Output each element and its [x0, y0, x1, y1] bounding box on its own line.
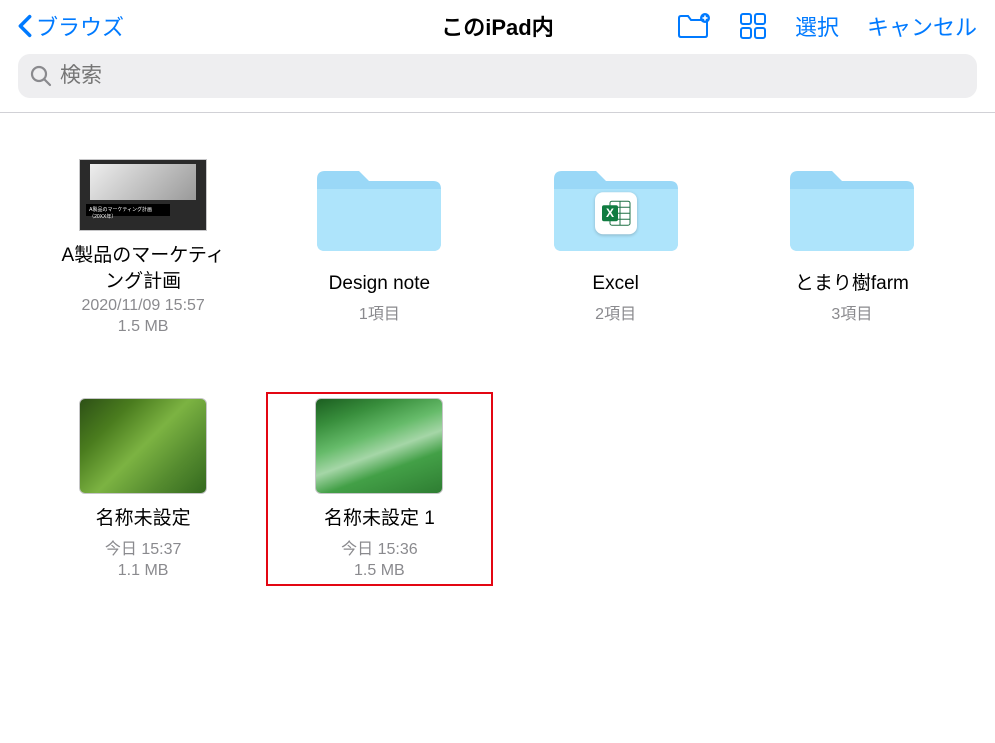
- cancel-button[interactable]: キャンセル: [867, 10, 977, 42]
- file-name: A製品のマーケティング計画: [53, 243, 233, 294]
- file-item[interactable]: 名称未設定 今日 15:37 1.1 MB: [30, 392, 256, 586]
- file-grid: A製品のマーケティング計画（20XX年） A製品のマーケティング計画 2020/…: [0, 113, 995, 626]
- folder-count: 1項目: [359, 300, 400, 324]
- file-size: 1.5 MB: [118, 318, 169, 336]
- search-bar[interactable]: [18, 54, 977, 98]
- folder-item[interactable]: とまり樹farm 3項目: [739, 153, 965, 342]
- folder-count: 3項目: [831, 300, 872, 324]
- file-size: 1.5 MB: [354, 562, 405, 580]
- back-label: ブラウズ: [36, 10, 124, 42]
- select-button[interactable]: 選択: [795, 10, 839, 42]
- back-button[interactable]: ブラウズ: [18, 10, 124, 42]
- search-icon: [30, 65, 52, 87]
- file-thumbnail: A製品のマーケティング計画（20XX年）: [79, 159, 207, 231]
- header: ブラウズ このiPad内 選択 キャンセル: [0, 0, 995, 54]
- folder-name: Design note: [329, 271, 430, 297]
- file-name: 名称未設定 1: [324, 506, 435, 532]
- file-name: 名称未設定: [96, 506, 191, 532]
- image-thumbnail: [79, 398, 207, 494]
- image-thumbnail: [315, 398, 443, 494]
- file-size: 1.1 MB: [118, 562, 169, 580]
- folder-name: Excel: [592, 271, 638, 297]
- file-date: 今日 15:36: [341, 535, 418, 559]
- search-input[interactable]: [60, 64, 965, 88]
- folder-item[interactable]: X Excel 2項目: [503, 153, 729, 342]
- folder-name: とまり樹farm: [795, 271, 909, 297]
- folder-icon: [309, 159, 449, 259]
- file-item-selected[interactable]: 名称未設定 1 今日 15:36 1.5 MB: [266, 392, 492, 586]
- view-grid-button[interactable]: [739, 12, 767, 40]
- folder-icon: X: [546, 159, 686, 259]
- file-date: 2020/11/09 15:57: [81, 297, 204, 315]
- toolbar: 選択 キャンセル: [677, 10, 977, 42]
- file-date: 今日 15:37: [105, 535, 182, 559]
- file-item[interactable]: A製品のマーケティング計画（20XX年） A製品のマーケティング計画 2020/…: [30, 153, 256, 342]
- new-folder-button[interactable]: [677, 13, 711, 39]
- excel-badge-icon: X: [595, 192, 637, 234]
- svg-text:X: X: [606, 206, 614, 220]
- folder-item[interactable]: Design note 1項目: [266, 153, 492, 342]
- folder-icon: [782, 159, 922, 259]
- page-title: このiPad内: [441, 10, 553, 42]
- chevron-left-icon: [18, 14, 32, 38]
- folder-count: 2項目: [595, 300, 636, 324]
